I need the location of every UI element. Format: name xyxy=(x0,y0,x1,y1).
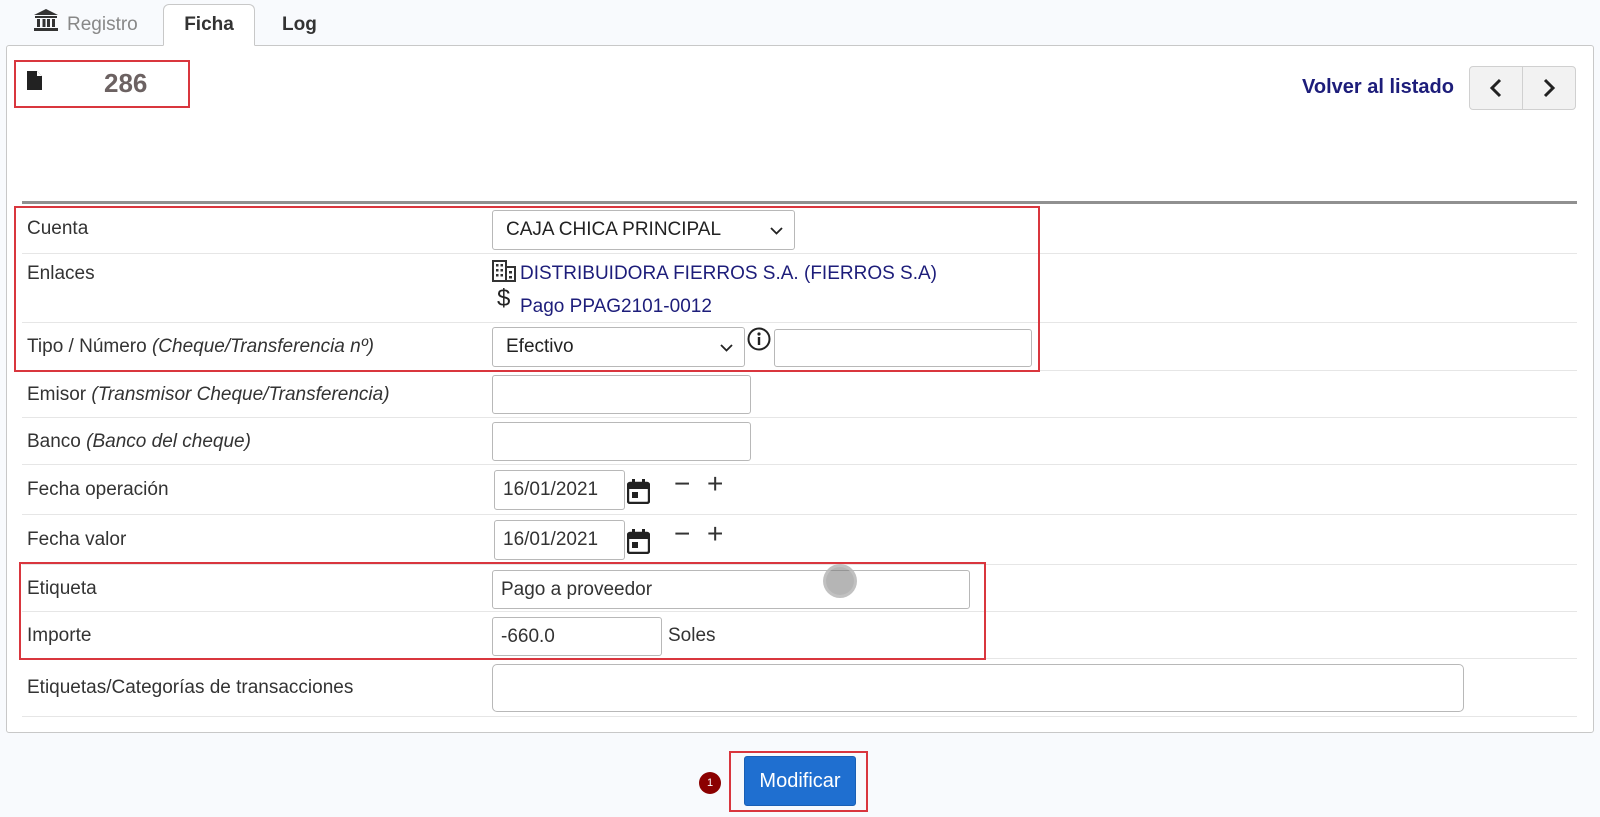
banco-hint: (Banco del cheque) xyxy=(86,431,251,452)
categorias-label: Etiquetas/Categorías de transacciones xyxy=(27,677,354,698)
cursor-indicator xyxy=(823,564,857,598)
banco-label: Banco (Banco del cheque) xyxy=(27,431,251,452)
links-highlight-box xyxy=(14,206,1040,372)
bank-icon xyxy=(34,8,58,31)
fecha-operacion-input[interactable]: 16/01/2021 xyxy=(494,470,625,510)
emisor-label: Emisor (Transmisor Cheque/Transferencia) xyxy=(27,384,390,405)
fecha-operacion-label: Fecha operación xyxy=(27,479,169,500)
fecha-valor-input[interactable]: 16/01/2021 xyxy=(494,520,625,560)
row-banco xyxy=(22,418,1577,465)
back-to-list-link[interactable]: Volver al listado xyxy=(1302,76,1454,99)
row-fecha-valor xyxy=(22,515,1577,565)
fecha-operacion-plus[interactable]: + xyxy=(707,470,723,498)
record-number: 286 xyxy=(104,68,148,98)
previous-record-button[interactable] xyxy=(1469,66,1523,110)
tab-registro-label: Registro xyxy=(67,13,138,35)
tab-registro[interactable]: Registro xyxy=(33,4,138,45)
modify-button[interactable]: Modificar xyxy=(744,756,856,806)
emisor-hint: (Transmisor Cheque/Transferencia) xyxy=(91,384,390,405)
emisor-input[interactable] xyxy=(492,375,751,414)
chevron-right-icon xyxy=(1543,78,1556,98)
calendar-icon[interactable] xyxy=(627,479,650,504)
tab-bar: Registro Ficha Log xyxy=(0,0,1600,46)
fecha-valor-label: Fecha valor xyxy=(27,529,127,550)
chevron-left-icon xyxy=(1489,78,1502,98)
tab-ficha[interactable]: Ficha xyxy=(163,4,255,46)
document-icon xyxy=(27,71,42,90)
categorias-input[interactable] xyxy=(492,664,1464,712)
row-fecha-operacion xyxy=(22,465,1577,515)
next-record-button[interactable] xyxy=(1522,66,1576,110)
fecha-valor-minus[interactable]: − xyxy=(674,520,690,548)
step-badge: 1 xyxy=(699,772,721,794)
tab-log[interactable]: Log xyxy=(282,4,317,45)
fecha-operacion-minus[interactable]: − xyxy=(674,470,690,498)
fecha-valor-plus[interactable]: + xyxy=(707,520,723,548)
calendar-icon[interactable] xyxy=(627,529,650,554)
banco-input[interactable] xyxy=(492,422,751,461)
